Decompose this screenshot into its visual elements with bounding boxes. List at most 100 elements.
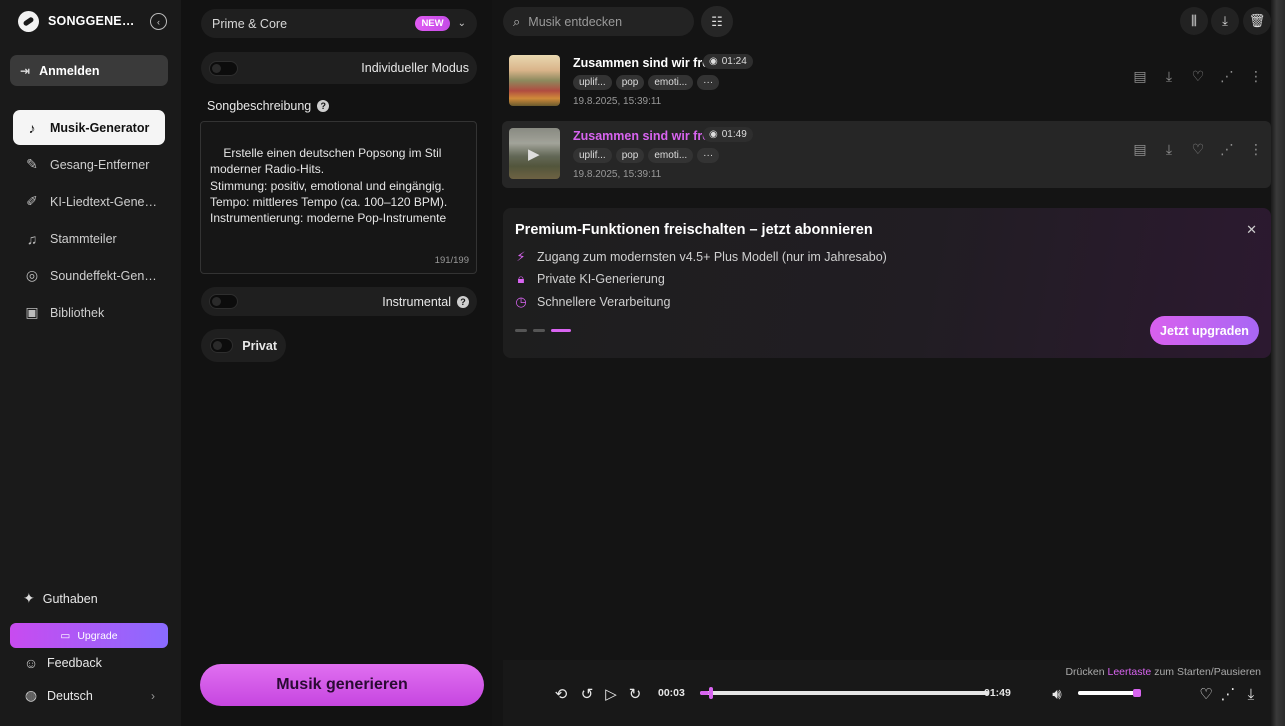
progress-handle[interactable] [708, 687, 713, 699]
volume-handle[interactable] [1132, 689, 1141, 697]
feedback-link[interactable]: ☺ Feedback [23, 655, 102, 671]
help-icon[interactable]: ? [457, 295, 469, 308]
volume-slider[interactable] [1078, 689, 1141, 697]
progress-bar[interactable] [700, 687, 989, 699]
carousel-dot[interactable] [533, 329, 545, 332]
hint-key: Leertaste [1107, 666, 1152, 678]
download-icon[interactable]: ⤓ [1241, 684, 1261, 704]
sidebar-item-stem-splitter[interactable]: ♫ Stammteiler [13, 221, 165, 256]
instrumental-heading: Instrumental ? [382, 295, 469, 309]
more-tags[interactable]: ··· [697, 75, 720, 90]
upgrade-now-button[interactable]: Jetzt upgraden [1150, 316, 1259, 345]
collapse-sidebar-icon[interactable]: ‹ [150, 13, 167, 30]
chevron-down-icon: ⌄ [457, 18, 466, 29]
download-icon[interactable]: ⤓ [1160, 67, 1178, 85]
feedback-icon: ☺ [23, 655, 39, 671]
sidebar-upgrade-button[interactable]: ▭ Upgrade [10, 623, 168, 648]
library-view-icon[interactable]: ⫼ [1180, 7, 1208, 35]
brand[interactable]: SONGGENERATOR [18, 10, 136, 32]
tag[interactable]: pop [615, 75, 645, 90]
song-title[interactable]: Zusammen sind wir frei [573, 56, 713, 70]
lightning-icon: ⚡ [516, 249, 526, 264]
current-time: 00:03 [658, 687, 685, 699]
model-value: Prime & Core [212, 16, 288, 31]
search-box[interactable]: ⌕ Musik entdecken [503, 7, 694, 36]
sidebar-item-label: Musik-Generator [50, 120, 150, 135]
share-icon[interactable]: ⋰ [1218, 67, 1236, 85]
lyrics-icon[interactable]: ▤ [1131, 67, 1149, 85]
sidebar-item-music-generator[interactable]: ♪ Musik-Generator [13, 110, 165, 145]
private-toggle[interactable] [210, 338, 234, 353]
character-count: 191/199 [434, 254, 469, 266]
search-input[interactable]: Musik entdecken [528, 15, 622, 29]
rewind-15-icon[interactable]: ↺ [577, 684, 597, 704]
lyrics-icon[interactable]: ▤ [1131, 140, 1149, 158]
play-icon[interactable]: ▷ [601, 684, 621, 704]
song-title[interactable]: Zusammen sind wir frei [573, 129, 713, 143]
globe-icon: ◍ [24, 687, 38, 703]
filter-icon[interactable]: ☷ [701, 6, 733, 37]
trash-icon[interactable]: 🗑 [1243, 7, 1271, 35]
upgrade-label: Upgrade [77, 629, 118, 642]
repeat-icon[interactable]: ⟲ [551, 684, 571, 704]
more-icon[interactable]: ⋮ [1247, 140, 1265, 158]
help-icon[interactable]: ? [317, 100, 330, 112]
login-button[interactable]: ⇥ Anmelden [10, 55, 168, 86]
description-textarea[interactable]: Erstelle einen deutschen Popsong im Stil… [200, 121, 477, 274]
tag[interactable]: emoti... [648, 75, 694, 90]
sidebar-item-library[interactable]: ▣ Bibliothek [13, 295, 165, 330]
volume-icon[interactable]: 🔊︎ [1047, 684, 1067, 704]
library-icon: ▣ [25, 304, 39, 320]
feature-label: Zugang zum modernsten v4.5+ Plus Modell … [537, 250, 887, 264]
model-select[interactable]: Prime & Core NEW ⌄ [201, 9, 477, 38]
sidebar-item-lyrics-generator[interactable]: ✐ KI-Liedtext-Generator [13, 184, 165, 219]
tag[interactable]: pop [615, 148, 645, 163]
eye-icon: ◉ [709, 56, 718, 67]
feedback-label: Feedback [47, 656, 102, 670]
forward-15-icon[interactable]: ↻ [625, 684, 645, 704]
keyboard-hint: Drücken Leertaste zum Starten/Pausieren [1065, 666, 1261, 678]
sidebar-item-sound-effect-generator[interactable]: ◎ Soundeffekt-Generator [13, 258, 165, 293]
language-label: Deutsch [47, 688, 93, 703]
credits-label: Guthaben [42, 591, 98, 606]
eye-icon: ◉ [709, 129, 718, 140]
promo-title: Premium-Funktionen freischalten – jetzt … [515, 222, 873, 238]
close-icon[interactable]: ✕ [1246, 222, 1257, 238]
login-label: Anmelden [39, 63, 100, 78]
tag[interactable]: emoti... [648, 148, 694, 163]
tag[interactable]: uplif... [573, 75, 612, 90]
instrumental-toggle[interactable] [209, 294, 238, 309]
promo-feature: ⚡ Zugang zum modernsten v4.5+ Plus Model… [515, 249, 887, 265]
credits-link[interactable]: ✦ Guthaben [23, 590, 98, 607]
custom-mode-toggle[interactable] [209, 60, 238, 76]
more-icon[interactable]: ⋮ [1247, 67, 1265, 85]
carousel-dot-active[interactable] [551, 329, 571, 332]
download-all-icon[interactable]: ⤓ [1211, 7, 1239, 35]
heart-icon[interactable]: ♡ [1189, 140, 1207, 158]
custom-mode-label: Individueller Modus [361, 61, 469, 75]
description-heading: Songbeschreibung ? [207, 99, 330, 113]
share-icon[interactable]: ⋰ [1218, 684, 1238, 704]
promo-feature: 🔒︎ Private KI-Generierung [515, 271, 665, 287]
song-cover[interactable] [509, 55, 560, 106]
song-cover[interactable]: ▶ [509, 128, 560, 179]
description-text: Erstelle einen deutschen Popsong im Stil… [210, 146, 448, 226]
heart-icon[interactable]: ♡ [1196, 684, 1216, 704]
song-row[interactable]: ▶ Zusammen sind wir frei ◉ 01:49 uplif...… [502, 121, 1271, 188]
more-tags[interactable]: ··· [697, 148, 720, 163]
volume-fill [1078, 691, 1137, 695]
heart-icon[interactable]: ♡ [1189, 67, 1207, 85]
sidebar-item-vocal-remover[interactable]: ✎ Gesang-Entferner [13, 147, 165, 182]
generate-music-button[interactable]: Musik generieren [200, 664, 484, 706]
song-date: 19.8.2025, 15:39:11 [573, 169, 662, 180]
share-icon[interactable]: ⋰ [1218, 140, 1236, 158]
play-icon[interactable]: ▶ [528, 145, 540, 163]
tag[interactable]: uplif... [573, 148, 612, 163]
download-icon[interactable]: ⤓ [1160, 140, 1178, 158]
search-icon: ⌕ [513, 13, 521, 29]
carousel-dot[interactable] [515, 329, 527, 332]
sidebar: SONGGENERATOR ‹ ⇥ Anmelden ♪ Musik-Gener… [0, 0, 181, 726]
song-row[interactable]: Zusammen sind wir frei ◉ 01:24 uplif... p… [502, 48, 1271, 115]
language-selector[interactable]: ◍ Deutsch › [23, 687, 155, 704]
music-note-icon: ♪ [28, 119, 36, 136]
